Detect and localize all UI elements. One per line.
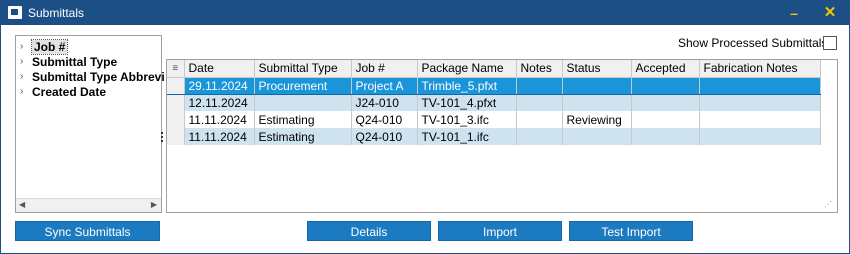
tree-item-job[interactable]: › Job # xyxy=(20,38,69,55)
cell-submittal-type[interactable] xyxy=(254,94,352,111)
cell-accepted[interactable] xyxy=(631,94,700,111)
scroll-left-icon[interactable]: ◀ xyxy=(19,200,25,209)
cell-status[interactable] xyxy=(562,76,632,95)
column-header-submittal-type[interactable]: Submittal Type xyxy=(254,60,352,78)
cell-accepted[interactable] xyxy=(631,111,700,128)
cell-job[interactable]: Q24-010 xyxy=(351,111,418,128)
tree-item-created-date[interactable]: › Created Date xyxy=(20,84,106,99)
column-header-job[interactable]: Job # xyxy=(351,60,418,78)
cell-fabrication-notes[interactable] xyxy=(699,94,821,111)
chevron-right-icon[interactable]: › xyxy=(20,86,32,97)
table-row[interactable]: 11.11.2024 Estimating Q24-010 TV-101_3.i… xyxy=(167,111,821,128)
table-row[interactable]: 29.11.2024 Procurement Project A Trimble… xyxy=(167,76,821,95)
cell-fabrication-notes[interactable] xyxy=(699,128,821,145)
tree-item-label: Job # xyxy=(30,38,69,55)
chevron-right-icon[interactable]: › xyxy=(20,41,32,52)
show-processed-label: Show Processed Submittals: xyxy=(678,36,831,50)
close-button[interactable]: ✕ xyxy=(817,3,843,23)
filter-icon[interactable]: ≡ xyxy=(167,60,185,78)
cell-package-name[interactable]: TV-101_4.pfxt xyxy=(417,94,517,111)
cell-job[interactable]: Project A xyxy=(351,76,418,95)
tree-item-label: Submittal Type Abbrevi xyxy=(32,69,165,84)
tree-item-submittal-type-abbrev[interactable]: › Submittal Type Abbrevi xyxy=(20,69,165,84)
cell-date[interactable]: 29.11.2024 xyxy=(184,76,255,95)
import-button[interactable]: Import xyxy=(438,221,562,241)
table-row[interactable]: 11.11.2024 Estimating Q24-010 TV-101_1.i… xyxy=(167,128,821,145)
cell-submittal-type[interactable]: Estimating xyxy=(254,111,352,128)
sync-submittals-button[interactable]: Sync Submittals xyxy=(15,221,160,241)
app-icon xyxy=(8,6,22,19)
cell-notes[interactable] xyxy=(516,94,563,111)
cell-accepted[interactable] xyxy=(631,76,700,95)
main-area: › Job # › Submittal Type › Submittal Typ… xyxy=(2,25,848,253)
cell-date[interactable]: 11.11.2024 xyxy=(184,111,255,128)
tree-horizontal-scrollbar[interactable]: ◀ ▶ xyxy=(16,198,161,212)
splitter-handle[interactable] xyxy=(161,132,164,144)
cell-notes[interactable] xyxy=(516,128,563,145)
cell-status[interactable] xyxy=(562,128,632,145)
cell-fabrication-notes[interactable] xyxy=(699,76,821,95)
tree-item-submittal-type[interactable]: › Submittal Type xyxy=(20,54,117,69)
cell-job[interactable]: Q24-010 xyxy=(351,128,418,145)
row-header[interactable] xyxy=(167,111,185,128)
title-bar[interactable]: Submittals – ✕ xyxy=(1,1,849,25)
cell-package-name[interactable]: TV-101_1.ifc xyxy=(417,128,517,145)
row-header[interactable] xyxy=(167,128,185,145)
cell-date[interactable]: 11.11.2024 xyxy=(184,128,255,145)
minimize-button[interactable]: – xyxy=(781,3,807,23)
column-header-status[interactable]: Status xyxy=(562,60,632,78)
column-header-package-name[interactable]: Package Name xyxy=(417,60,517,78)
cell-package-name[interactable]: TV-101_3.ifc xyxy=(417,111,517,128)
table-header-row: ≡ Date Submittal Type Job # Package Name… xyxy=(167,60,821,78)
window-title: Submittals xyxy=(28,6,85,20)
cell-package-name[interactable]: Trimble_5.pfxt xyxy=(417,76,517,95)
column-header-accepted[interactable]: Accepted xyxy=(631,60,700,78)
chevron-right-icon[interactable]: › xyxy=(20,71,32,82)
resize-grip-icon[interactable]: ⋰ xyxy=(824,200,834,210)
chevron-right-icon[interactable]: › xyxy=(20,56,32,67)
scroll-right-icon[interactable]: ▶ xyxy=(151,200,157,209)
cell-submittal-type[interactable]: Procurement xyxy=(254,76,352,95)
cell-job[interactable]: J24-010 xyxy=(351,94,418,111)
column-header-fabrication-notes[interactable]: Fabrication Notes xyxy=(699,60,821,78)
tree-item-label: Created Date xyxy=(32,84,107,99)
show-processed-checkbox[interactable] xyxy=(823,36,837,50)
cell-submittal-type[interactable]: Estimating xyxy=(254,128,352,145)
tree-item-label: Submittal Type xyxy=(32,54,118,69)
submittals-window: Submittals – ✕ › Job # › Submittal Type … xyxy=(0,0,850,254)
table-row[interactable]: 12.11.2024 J24-010 TV-101_4.pfxt xyxy=(167,94,821,111)
cell-status[interactable] xyxy=(562,94,632,111)
details-button[interactable]: Details xyxy=(307,221,431,241)
submittals-table: ≡ Date Submittal Type Job # Package Name… xyxy=(167,60,821,145)
cell-status[interactable]: Reviewing xyxy=(562,111,632,128)
grouping-tree[interactable]: › Job # › Submittal Type › Submittal Typ… xyxy=(15,35,165,213)
row-header[interactable] xyxy=(167,76,185,95)
column-header-notes[interactable]: Notes xyxy=(516,60,563,78)
submittals-grid[interactable]: ≡ Date Submittal Type Job # Package Name… xyxy=(166,59,838,213)
cell-accepted[interactable] xyxy=(631,128,700,145)
row-header[interactable] xyxy=(167,94,185,111)
cell-fabrication-notes[interactable] xyxy=(699,111,821,128)
test-import-button[interactable]: Test Import xyxy=(569,221,693,241)
cell-date[interactable]: 12.11.2024 xyxy=(184,94,255,111)
cell-notes[interactable] xyxy=(516,76,563,95)
cell-notes[interactable] xyxy=(516,111,563,128)
column-header-date[interactable]: Date xyxy=(184,60,255,78)
